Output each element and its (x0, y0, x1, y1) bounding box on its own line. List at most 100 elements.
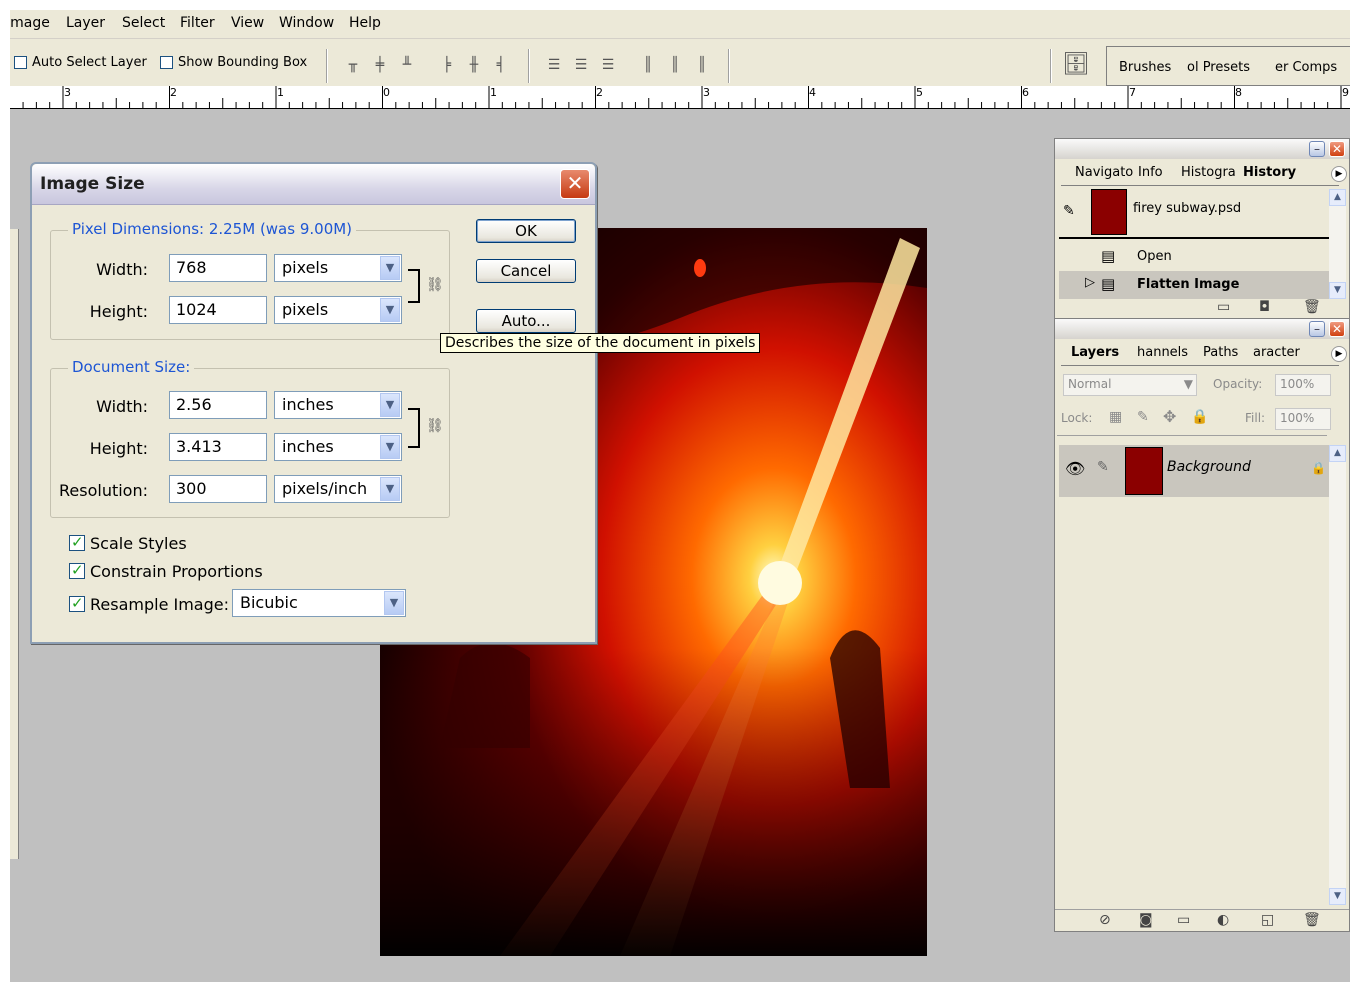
eye-icon[interactable]: 👁 (1065, 459, 1085, 478)
minimize-icon[interactable]: – (1309, 321, 1325, 337)
show-bbox-checkbox[interactable] (160, 56, 173, 69)
doc-height-unit: inches (282, 437, 334, 456)
align-top-icon[interactable]: ╥ (343, 55, 363, 75)
history-step-flatten[interactable]: ▷ ▤ Flatten Image (1059, 271, 1329, 299)
close-icon[interactable]: ✕ (1329, 141, 1345, 157)
pixel-height-unit-select[interactable]: pixels ▼ (274, 296, 402, 324)
menu-window[interactable]: Window (279, 15, 334, 31)
menu-filter[interactable]: Filter (180, 15, 215, 31)
pixel-width-unit-select[interactable]: pixels ▼ (274, 254, 402, 282)
tab-paths[interactable]: Paths (1203, 345, 1238, 360)
tab-info[interactable]: Info (1138, 165, 1163, 180)
align-vcenter-icon[interactable]: ╪ (370, 55, 390, 75)
chevron-down-icon[interactable]: ▼ (380, 393, 400, 417)
well-tab-layer-comps[interactable]: er Comps (1275, 60, 1337, 75)
well-tab-brushes[interactable]: Brushes (1119, 60, 1171, 75)
minimize-icon[interactable]: – (1309, 141, 1325, 157)
distribute-left-icon[interactable]: ║ (638, 55, 658, 75)
history-scrollbar[interactable]: ▲ ▼ (1329, 189, 1346, 299)
scroll-up-icon[interactable]: ▲ (1329, 189, 1346, 206)
tab-histogram[interactable]: Histogra (1181, 165, 1236, 180)
panel-menu-icon[interactable]: ▶ (1331, 166, 1347, 182)
tab-character[interactable]: aracter (1253, 345, 1300, 360)
blend-mode-select[interactable]: Normal ▼ (1063, 374, 1197, 396)
resolution-input[interactable]: 300 (169, 475, 267, 503)
scroll-up-icon[interactable]: ▲ (1329, 445, 1346, 462)
trash-icon[interactable]: 🗑 (1303, 299, 1321, 315)
menu-layer[interactable]: Layer (66, 15, 105, 31)
menu-view[interactable]: View (231, 15, 264, 31)
add-mask-icon[interactable]: ◙ (1139, 912, 1153, 928)
scale-styles-checkbox[interactable] (69, 533, 85, 551)
pixel-width-input[interactable]: 768 (169, 254, 267, 282)
panel-menu-icon[interactable]: ▶ (1331, 346, 1347, 362)
snapshot-brush-icon[interactable]: ✎ (1063, 203, 1075, 219)
chevron-down-icon[interactable]: ▼ (384, 591, 404, 615)
new-layer-icon[interactable]: ◱ (1261, 912, 1274, 928)
ruler-label: 9 (1342, 86, 1349, 99)
auto-select-checkbox[interactable] (14, 56, 27, 69)
panel-title-bar[interactable]: – ✕ (1055, 139, 1349, 159)
history-snapshot[interactable]: ✎ firey subway.psd (1059, 189, 1329, 239)
panel-title-bar[interactable]: – ✕ (1055, 319, 1349, 339)
adjustment-layer-icon[interactable]: ◐ (1217, 912, 1229, 928)
horizontal-ruler[interactable]: 3 2 1 0 1 2 3 4 5 6 7 8 9 (10, 86, 1350, 109)
trash-icon[interactable]: 🗑 (1303, 912, 1321, 928)
scroll-down-icon[interactable]: ▼ (1329, 888, 1346, 905)
chevron-down-icon[interactable]: ▼ (1184, 377, 1193, 391)
dialog-title-bar[interactable]: Image Size ✕ (32, 164, 595, 205)
cancel-button[interactable]: Cancel (476, 259, 576, 283)
scroll-down-icon[interactable]: ▼ (1329, 282, 1346, 299)
tab-navigator[interactable]: Navigato (1075, 165, 1133, 180)
well-tab-tool-presets[interactable]: ol Presets (1187, 60, 1250, 75)
distribute-right-icon[interactable]: ║ (692, 55, 712, 75)
distribute-bottom-icon[interactable]: ☰ (598, 55, 618, 75)
close-icon[interactable]: ✕ (560, 169, 590, 199)
chevron-down-icon[interactable]: ▼ (380, 256, 400, 280)
ok-button[interactable]: OK (476, 219, 576, 243)
auto-button[interactable]: Auto... (476, 309, 576, 333)
ruler-label: 2 (596, 86, 603, 99)
align-hcenter-icon[interactable]: ╫ (464, 55, 484, 75)
close-icon[interactable]: ✕ (1329, 321, 1345, 337)
align-right-icon[interactable]: ╡ (491, 55, 511, 75)
opacity-input[interactable]: 100% (1275, 374, 1331, 396)
history-step-open[interactable]: ▤ Open (1059, 243, 1329, 271)
tab-channels[interactable]: hannels (1137, 345, 1188, 360)
lock-all-icon[interactable]: 🔒 (1191, 409, 1208, 425)
resample-image-checkbox[interactable] (69, 594, 85, 612)
align-bottom-icon[interactable]: ╨ (397, 55, 417, 75)
distribute-vcenter-icon[interactable]: ☰ (571, 55, 591, 75)
align-left-icon[interactable]: ╞ (437, 55, 457, 75)
fill-input[interactable]: 100% (1275, 408, 1331, 430)
resample-method-select[interactable]: Bicubic ▼ (232, 589, 406, 617)
tab-history[interactable]: History (1243, 165, 1296, 180)
layers-scrollbar[interactable]: ▲ ▼ (1329, 445, 1346, 905)
distribute-hcenter-icon[interactable]: ║ (665, 55, 685, 75)
menu-help[interactable]: Help (349, 15, 381, 31)
pixel-height-input[interactable]: 1024 (169, 296, 267, 324)
lock-transparency-icon[interactable]: ▦ (1109, 409, 1122, 425)
doc-height-unit-select[interactable]: inches ▼ (274, 433, 402, 461)
doc-height-input[interactable]: 3.413 (169, 433, 267, 461)
tab-layers[interactable]: Layers (1071, 345, 1119, 360)
chevron-down-icon[interactable]: ▼ (380, 298, 400, 322)
link-layers-icon[interactable]: ⊘ (1099, 912, 1111, 928)
resolution-unit-select[interactable]: pixels/inch ▼ (274, 475, 402, 503)
doc-width-input[interactable]: 2.56 (169, 391, 267, 419)
new-document-icon[interactable]: ▭ (1217, 299, 1230, 315)
brush-icon[interactable]: ✎ (1097, 459, 1109, 475)
lock-image-icon[interactable]: ✎ (1137, 409, 1149, 425)
constrain-proportions-checkbox[interactable] (69, 561, 85, 579)
menu-select[interactable]: Select (122, 15, 165, 31)
new-group-icon[interactable]: ▭ (1177, 912, 1190, 928)
snapshot-camera-icon[interactable]: ◘ (1259, 299, 1270, 315)
chevron-down-icon[interactable]: ▼ (380, 435, 400, 459)
doc-width-unit-select[interactable]: inches ▼ (274, 391, 402, 419)
chevron-down-icon[interactable]: ▼ (380, 477, 400, 501)
menu-image[interactable]: Image (10, 15, 50, 31)
palette-well-icon[interactable]: 🗄 (1062, 54, 1090, 76)
lock-position-icon[interactable]: ✥ (1163, 407, 1176, 426)
distribute-top-icon[interactable]: ☰ (544, 55, 564, 75)
layer-row-background[interactable]: 👁 ✎ Background 🔒 (1059, 445, 1329, 497)
